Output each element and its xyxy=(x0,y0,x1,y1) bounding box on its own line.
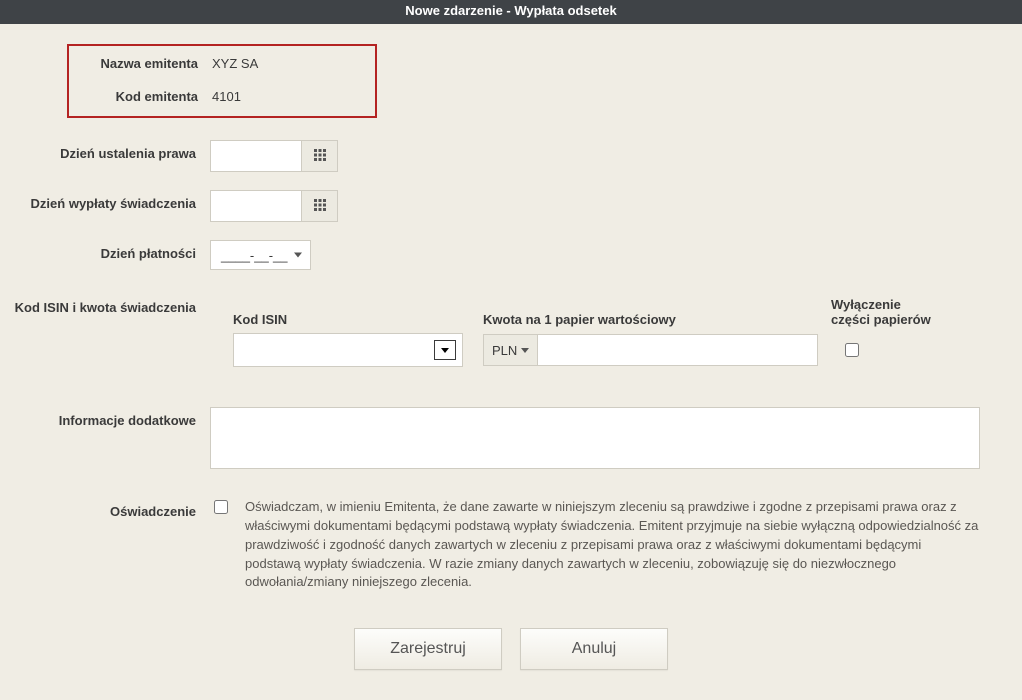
issuer-code-label: Kod emitenta xyxy=(69,89,212,104)
payment-date-picker-button[interactable] xyxy=(302,190,338,222)
declaration-label: Oświadczenie xyxy=(10,498,210,519)
exclude-checkbox[interactable] xyxy=(845,343,859,357)
issuer-name-label: Nazwa emitenta xyxy=(69,56,212,71)
additional-info-label: Informacje dodatkowe xyxy=(10,407,210,428)
record-date-picker-button[interactable] xyxy=(302,140,338,172)
pay-day-dropdown[interactable]: ____-__-__ xyxy=(210,240,311,270)
issuer-highlight-box: Nazwa emitenta XYZ SA Kod emitenta 4101 xyxy=(67,44,377,118)
isin-section-label: Kod ISIN i kwota świadczenia xyxy=(10,298,210,315)
declaration-text: Oświadczam, w imieniu Emitenta, że dane … xyxy=(239,498,979,592)
currency-value: PLN xyxy=(492,343,517,358)
calendar-icon xyxy=(314,199,326,214)
record-date-input[interactable] xyxy=(210,140,302,172)
chevron-down-icon xyxy=(441,348,449,353)
form-body: Nazwa emitenta XYZ SA Kod emitenta 4101 … xyxy=(0,24,1022,700)
register-button[interactable]: Zarejestruj xyxy=(354,628,502,670)
chevron-down-icon xyxy=(294,253,302,258)
issuer-name-value: XYZ SA xyxy=(212,56,375,71)
payment-date-input[interactable] xyxy=(210,190,302,222)
record-date-label: Dzień ustalenia prawa xyxy=(10,140,210,161)
issuer-code-value: 4101 xyxy=(212,89,375,104)
payment-date-label: Dzień wypłaty świadczenia xyxy=(10,190,210,211)
isin-input[interactable] xyxy=(234,334,434,366)
exclude-column-header: Wyłączenie części papierów xyxy=(831,297,984,327)
pay-day-value: ____-__-__ xyxy=(221,248,288,263)
isin-combo[interactable] xyxy=(233,333,463,367)
additional-info-textarea[interactable] xyxy=(210,407,980,469)
declaration-checkbox[interactable] xyxy=(214,500,228,514)
currency-dropdown[interactable]: PLN xyxy=(483,334,538,366)
window-title-bar: Nowe zdarzenie - Wypłata odsetek xyxy=(0,0,1022,24)
cancel-button[interactable]: Anuluj xyxy=(520,628,668,670)
pay-day-label: Dzień płatności xyxy=(10,240,210,261)
window-title: Nowe zdarzenie - Wypłata odsetek xyxy=(405,3,616,18)
isin-column-header: Kod ISIN xyxy=(233,312,483,327)
isin-dropdown-button[interactable] xyxy=(434,340,456,360)
calendar-icon xyxy=(314,149,326,164)
amount-input[interactable] xyxy=(538,334,818,366)
chevron-down-icon xyxy=(521,348,529,353)
amount-column-header: Kwota na 1 papier wartościowy xyxy=(483,312,831,327)
